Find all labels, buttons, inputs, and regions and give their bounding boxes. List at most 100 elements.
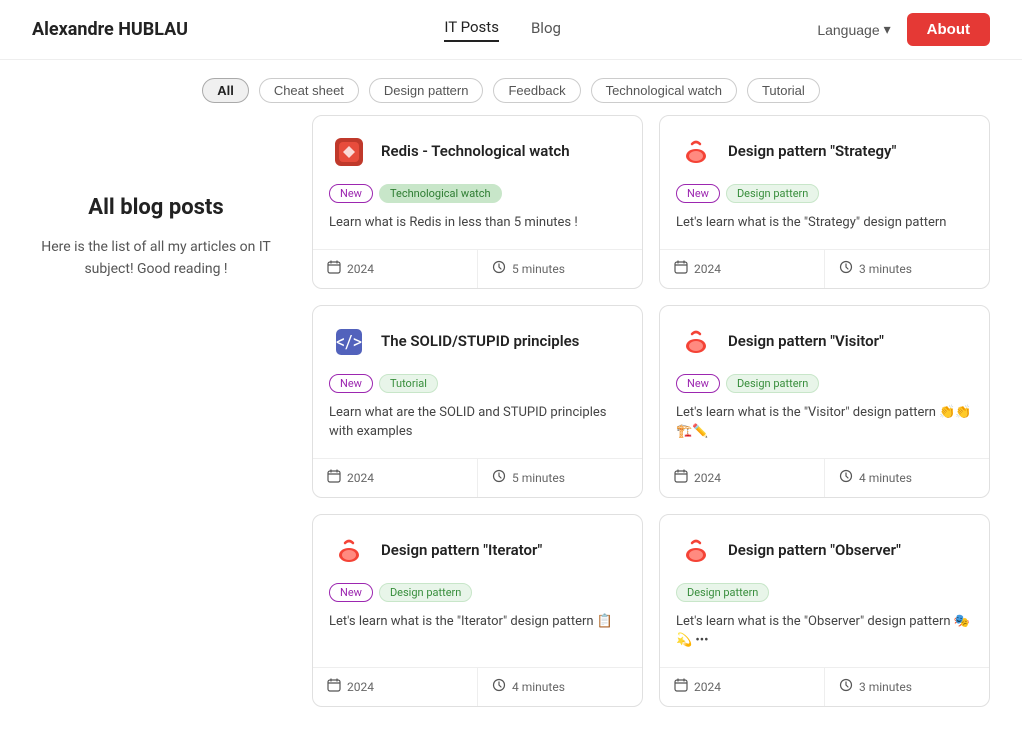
calendar-icon xyxy=(674,469,688,487)
card-year: 2024 xyxy=(660,250,825,288)
card-0[interactable]: Redis - Technological watch NewTechnolog… xyxy=(312,115,643,289)
card-body: Design pattern "Visitor" New Design patte… xyxy=(660,306,989,458)
card-duration: 4 minutes xyxy=(825,459,989,497)
card-title: The SOLID/STUPID principles xyxy=(381,332,579,352)
filter-feedback[interactable]: Feedback xyxy=(493,78,580,103)
main-content: All blog posts Here is the list of all m… xyxy=(0,115,1022,739)
card-year: 2024 xyxy=(313,459,478,497)
card-desc: Learn what are the SOLID and STUPID prin… xyxy=(329,403,626,442)
header: Alexandre HUBLAU IT Posts Blog Language … xyxy=(0,0,1022,60)
nav-blog[interactable]: Blog xyxy=(531,19,561,41)
year-value: 2024 xyxy=(694,262,721,276)
card-desc: Learn what is Redis in less than 5 minut… xyxy=(329,213,626,233)
clock-icon xyxy=(839,260,853,278)
card-duration: 3 minutes xyxy=(825,250,989,288)
card-footer: 2024 5 minutes xyxy=(313,458,642,497)
filter-technological-watch[interactable]: Technological watch xyxy=(591,78,737,103)
card-tags: NewDesign pattern xyxy=(329,583,626,602)
card-header: Design pattern "Strategy" xyxy=(676,132,973,172)
header-right: Language ▾ About xyxy=(817,13,990,46)
card-title: Redis - Technological watch xyxy=(381,142,570,162)
card-year: 2024 xyxy=(660,459,825,497)
card-body: Design pattern "Iterator" NewDesign patt… xyxy=(313,515,642,667)
duration-value: 3 minutes xyxy=(859,680,912,694)
calendar-icon xyxy=(327,260,341,278)
card-desc: Let's learn what is the "Iterator" desig… xyxy=(329,612,626,632)
about-button[interactable]: About xyxy=(907,13,990,46)
clock-icon xyxy=(839,678,853,696)
card-body: Design pattern "Observer" Design pattern… xyxy=(660,515,989,667)
duration-value: 5 minutes xyxy=(512,262,565,276)
calendar-icon xyxy=(674,678,688,696)
nav-it-posts[interactable]: IT Posts xyxy=(444,18,499,42)
card-duration: 5 minutes xyxy=(478,250,642,288)
card-5[interactable]: Design pattern "Observer" Design pattern… xyxy=(659,514,990,707)
card-icon xyxy=(329,132,369,172)
card-desc: Let's learn what is the "Observer" desig… xyxy=(676,612,973,651)
card-footer: 2024 4 minutes xyxy=(313,667,642,706)
year-value: 2024 xyxy=(347,262,374,276)
card-duration: 5 minutes xyxy=(478,459,642,497)
calendar-icon xyxy=(327,469,341,487)
card-title: Design pattern "Iterator" xyxy=(381,541,542,561)
calendar-icon xyxy=(327,678,341,696)
language-button[interactable]: Language ▾ xyxy=(817,21,890,38)
card-4[interactable]: Design pattern "Iterator" NewDesign patt… xyxy=(312,514,643,707)
card-body: Design pattern "Strategy" New Design patt… xyxy=(660,116,989,249)
card-footer: 2024 3 minutes xyxy=(660,667,989,706)
card-tags: New Design pattern xyxy=(676,374,973,393)
card-footer: 2024 3 minutes xyxy=(660,249,989,288)
filter-cheat-sheet[interactable]: Cheat sheet xyxy=(259,78,359,103)
card-icon xyxy=(676,531,716,571)
card-year: 2024 xyxy=(313,250,478,288)
filter-all[interactable]: All xyxy=(202,78,249,103)
card-tags: New Design pattern xyxy=(676,184,973,203)
tag-new: New xyxy=(676,184,720,203)
filter-design-pattern[interactable]: Design pattern xyxy=(369,78,484,103)
card-3[interactable]: Design pattern "Visitor" New Design patte… xyxy=(659,305,990,498)
tag-design-pattern: Design pattern xyxy=(726,374,819,393)
duration-value: 5 minutes xyxy=(512,471,565,485)
card-footer: 2024 4 minutes xyxy=(660,458,989,497)
left-panel: All blog posts Here is the list of all m… xyxy=(32,115,312,707)
card-title: Design pattern "Strategy" xyxy=(728,142,896,162)
language-label: Language xyxy=(817,22,879,38)
card-icon xyxy=(676,132,716,172)
card-1[interactable]: Design pattern "Strategy" New Design patt… xyxy=(659,115,990,289)
card-icon xyxy=(329,531,369,571)
tag-tutorial: Tutorial xyxy=(379,374,438,393)
filter-bar: All Cheat sheet Design pattern Feedback Tech… xyxy=(0,60,1022,115)
card-header: Design pattern "Visitor" xyxy=(676,322,973,362)
card-year: 2024 xyxy=(313,668,478,706)
card-body: </> The SOLID/STUPID principles NewTutor… xyxy=(313,306,642,458)
card-year: 2024 xyxy=(660,668,825,706)
card-duration: 3 minutes xyxy=(825,668,989,706)
year-value: 2024 xyxy=(347,680,374,694)
card-desc: Let's learn what is the "Visitor" design… xyxy=(676,403,973,442)
card-header: Design pattern "Observer" xyxy=(676,531,973,571)
clock-icon xyxy=(492,260,506,278)
tag-new: New xyxy=(329,583,373,602)
clock-icon xyxy=(492,678,506,696)
card-icon xyxy=(676,322,716,362)
calendar-icon xyxy=(674,260,688,278)
card-icon: </> xyxy=(329,322,369,362)
duration-value: 4 minutes xyxy=(859,471,912,485)
chevron-down-icon: ▾ xyxy=(884,21,891,38)
tag-design-pattern: Design pattern xyxy=(726,184,819,203)
clock-icon xyxy=(492,469,506,487)
card-tags: NewTutorial xyxy=(329,374,626,393)
card-body: Redis - Technological watch NewTechnolog… xyxy=(313,116,642,249)
card-tags: Design pattern xyxy=(676,583,973,602)
logo: Alexandre HUBLAU xyxy=(32,19,188,40)
card-2[interactable]: </> The SOLID/STUPID principles NewTutor… xyxy=(312,305,643,498)
card-title: Design pattern "Observer" xyxy=(728,541,901,561)
tag-technological-watch: Technological watch xyxy=(379,184,502,203)
tag-design-pattern: Design pattern xyxy=(676,583,769,602)
svg-text:</>: </> xyxy=(336,332,362,353)
tag-new: New xyxy=(676,374,720,393)
page-title: All blog posts xyxy=(32,195,280,220)
filter-tutorial[interactable]: Tutorial xyxy=(747,78,820,103)
card-duration: 4 minutes xyxy=(478,668,642,706)
card-header: </> The SOLID/STUPID principles xyxy=(329,322,626,362)
